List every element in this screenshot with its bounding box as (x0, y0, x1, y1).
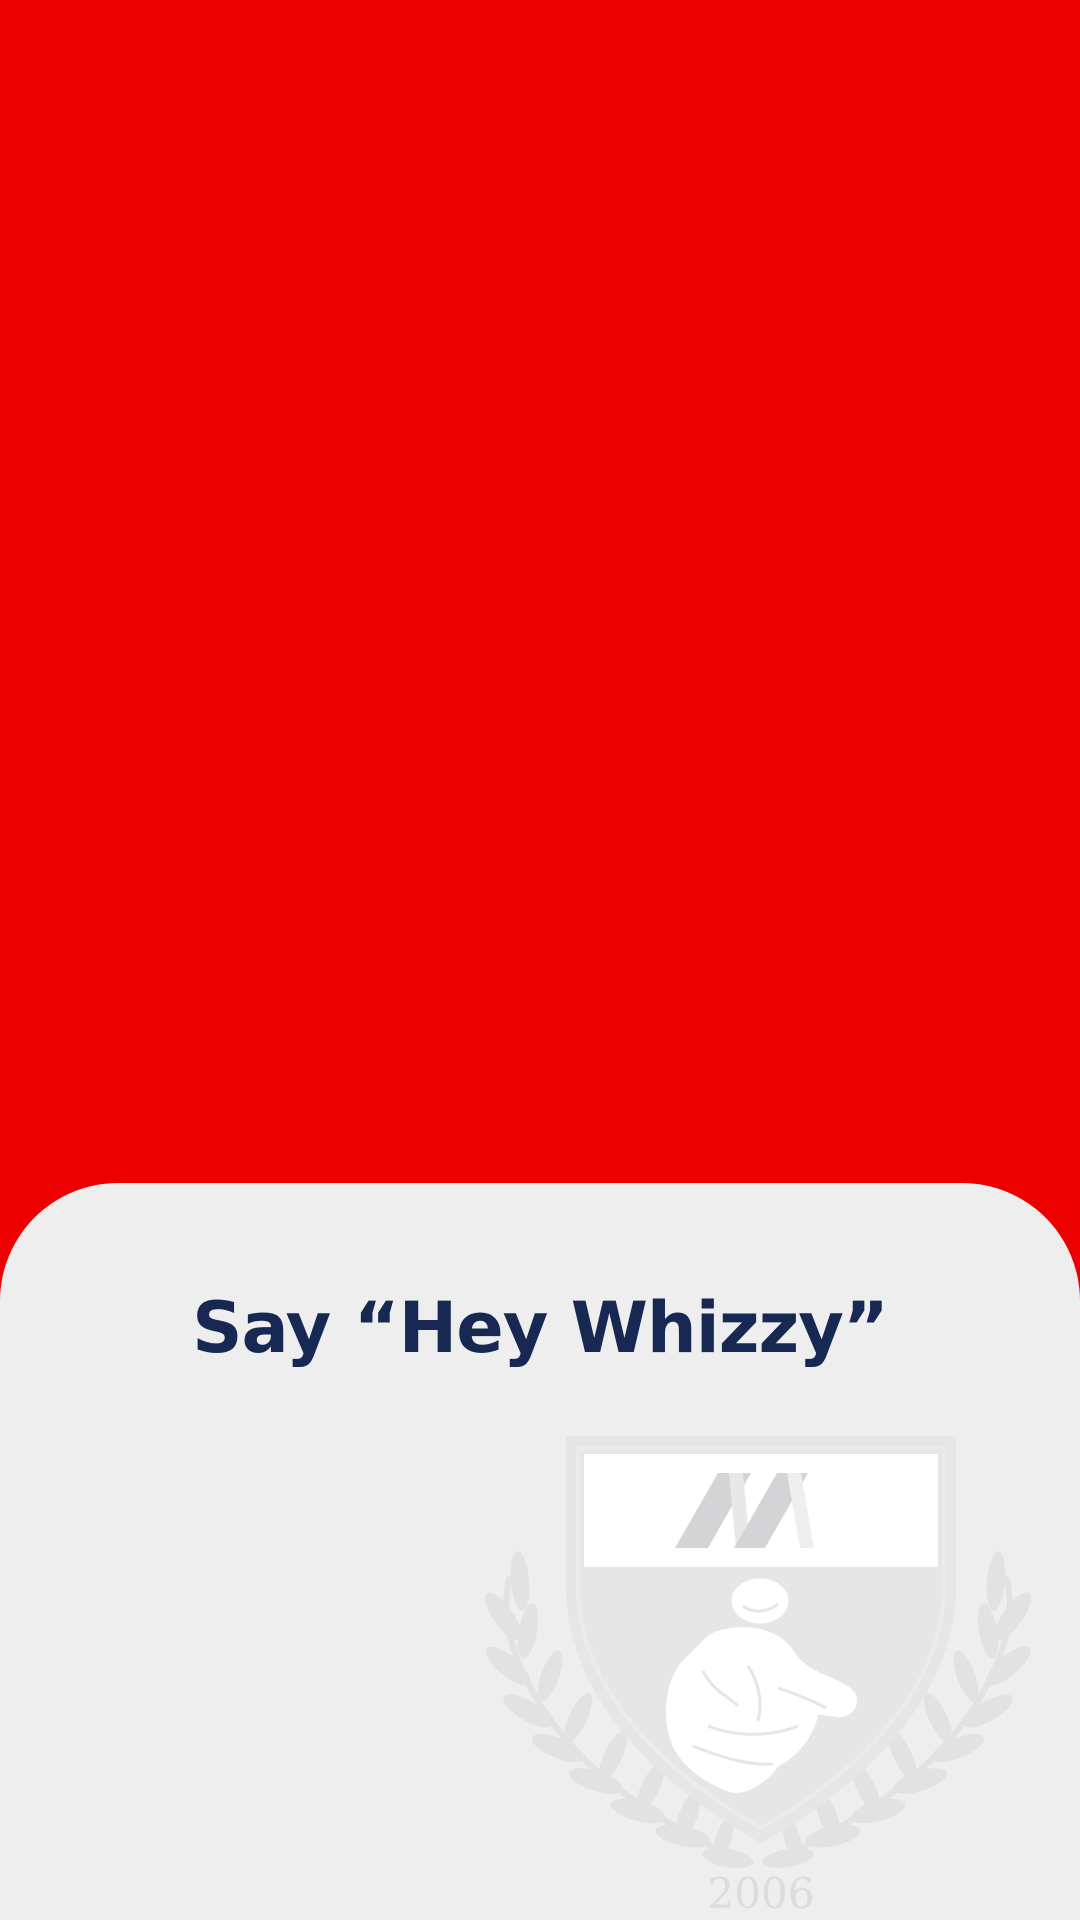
voice-activation-area (0, 0, 1080, 1183)
prompt-title: Say “Hey Whizzy” (192, 1287, 889, 1369)
school-crest-icon: 2006 (478, 1426, 1048, 1920)
crest-year: 2006 (708, 1869, 815, 1918)
voice-prompt-sheet: Say “Hey Whizzy” 2006 (0, 1183, 1080, 1920)
